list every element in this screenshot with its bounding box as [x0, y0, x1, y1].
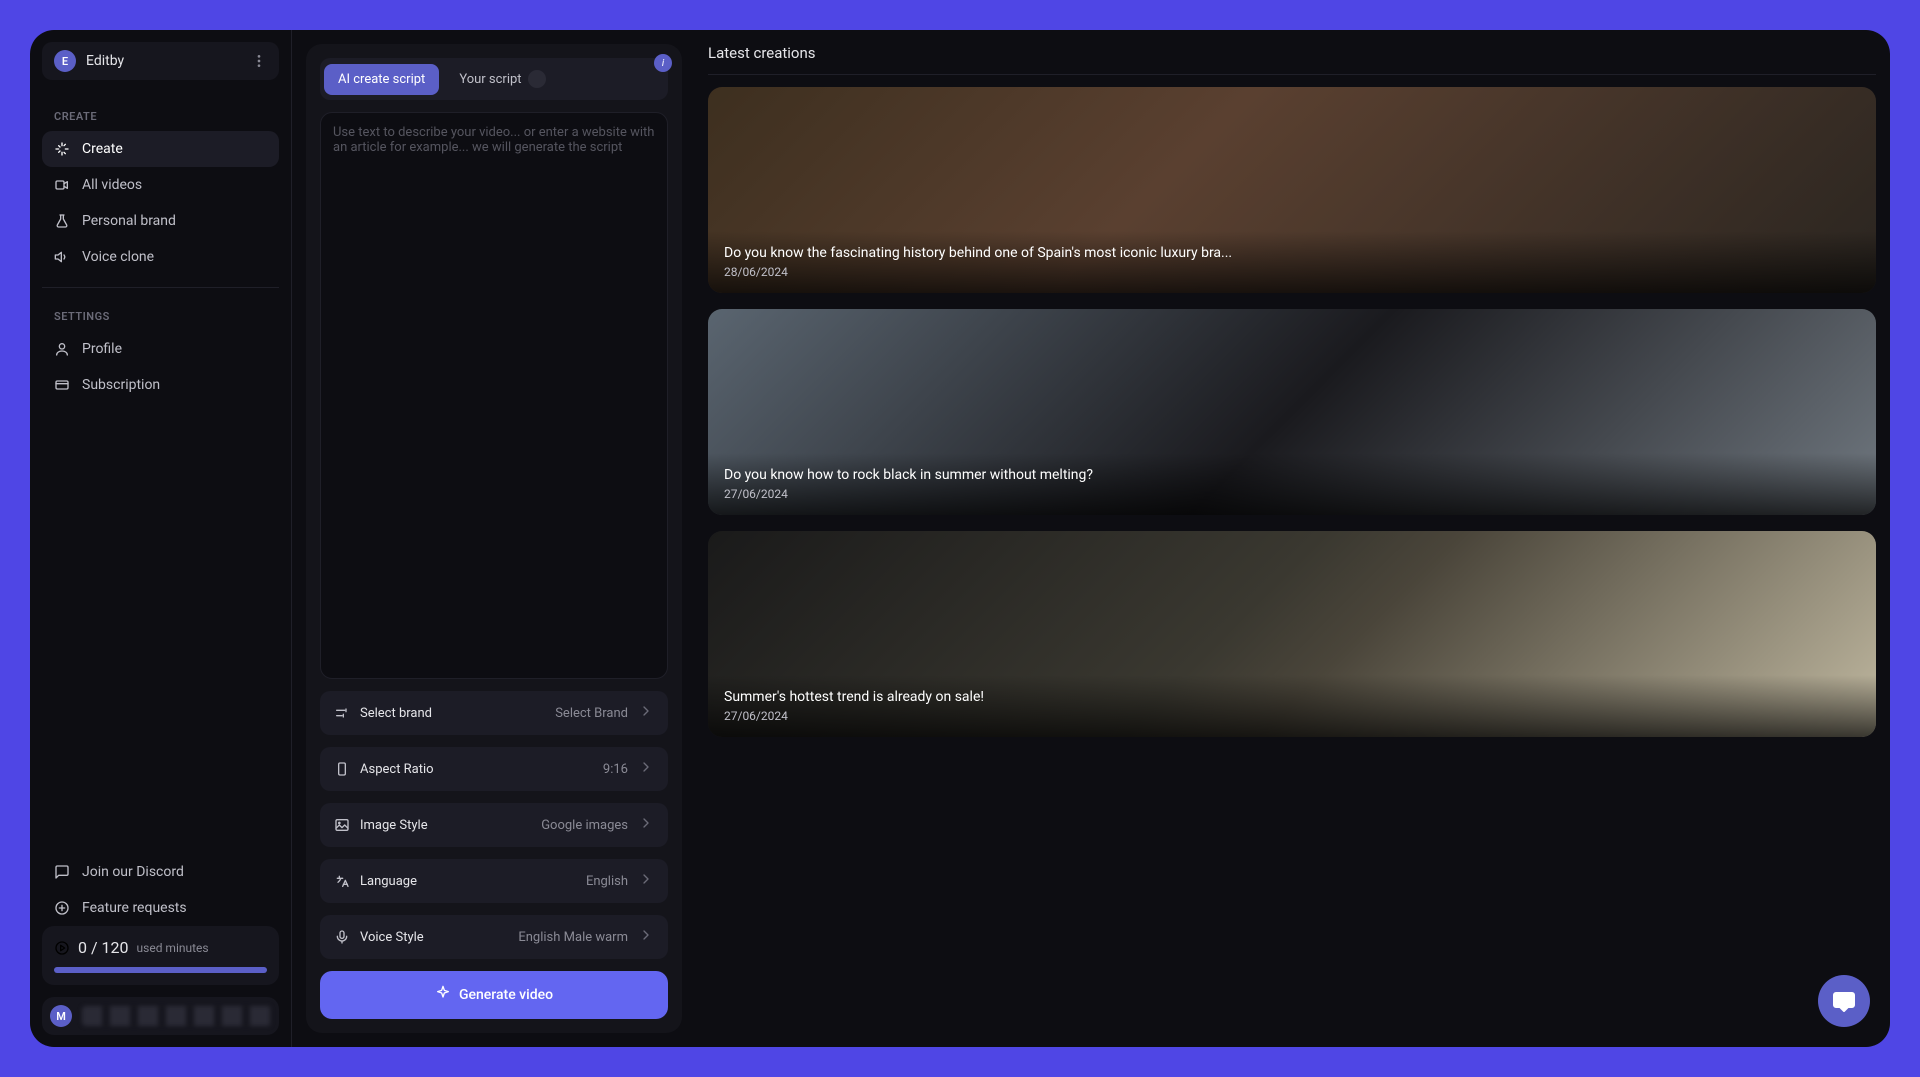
tab-label: Your script — [459, 72, 521, 87]
option-value: English — [586, 874, 628, 889]
chat-icon — [54, 864, 70, 880]
nav-label: Profile — [82, 341, 122, 357]
divider — [42, 287, 279, 288]
option-value: Google images — [541, 818, 628, 833]
latest-creations-header: Latest creations — [708, 44, 1876, 75]
section-create-label: CREATE — [42, 100, 279, 131]
user-avatar: M — [50, 1005, 72, 1027]
card-icon — [54, 377, 70, 393]
nav-personal-brand[interactable]: Personal brand — [42, 203, 279, 239]
video-icon — [54, 177, 70, 193]
script-tabs: AI create script Your script i — [320, 58, 668, 100]
image-icon — [334, 817, 350, 833]
creation-title: Summer's hottest trend is already on sal… — [724, 689, 1860, 705]
option-label: Aspect Ratio — [360, 762, 593, 777]
option-label: Select brand — [360, 706, 545, 721]
nav-label: All videos — [82, 177, 142, 193]
chevron-right-icon — [638, 815, 654, 835]
tab-your-script[interactable]: Your script — [445, 62, 559, 96]
nav-discord[interactable]: Join our Discord — [42, 854, 279, 890]
nav-label: Subscription — [82, 377, 160, 393]
workspace-name: Editby — [86, 53, 241, 69]
nav-label: Voice clone — [82, 249, 154, 265]
creations-list: Do you know the fascinating history behi… — [708, 87, 1876, 1033]
flask-icon — [54, 213, 70, 229]
creation-card[interactable]: Do you know how to rock black in summer … — [708, 309, 1876, 515]
option-label: Image Style — [360, 818, 531, 833]
creation-date: 27/06/2024 — [724, 487, 1860, 501]
nav-label: Join our Discord — [82, 864, 184, 880]
option-value: 9:16 — [603, 762, 628, 777]
generate-video-button[interactable]: Generate video — [320, 971, 668, 1019]
nav-label: Create — [82, 141, 123, 157]
tab-ai-script[interactable]: AI create script — [324, 64, 439, 95]
phone-icon — [334, 761, 350, 777]
nav-profile[interactable]: Profile — [42, 331, 279, 367]
button-label: Generate video — [459, 987, 553, 1003]
creation-date: 27/06/2024 — [724, 709, 1860, 723]
usage-count: 0 / 120 — [78, 938, 129, 957]
option-brand[interactable]: Select brand Select Brand — [320, 691, 668, 735]
creation-date: 28/06/2024 — [724, 265, 1860, 279]
option-aspect-ratio[interactable]: Aspect Ratio 9:16 — [320, 747, 668, 791]
sparkle-icon — [54, 141, 70, 157]
app-window: E Editby CREATE Create All videos Person… — [30, 30, 1890, 1047]
play-circle-icon — [54, 940, 70, 956]
script-textarea[interactable] — [320, 112, 668, 679]
more-icon[interactable] — [251, 53, 267, 69]
chat-fab[interactable] — [1818, 975, 1870, 1027]
nav-label: Feature requests — [82, 900, 187, 916]
option-value: English Male warm — [518, 930, 628, 945]
tab-badge — [528, 70, 546, 88]
option-label: Language — [360, 874, 576, 889]
usage-progress — [54, 967, 267, 973]
option-language[interactable]: Language English — [320, 859, 668, 903]
workspace-avatar: E — [54, 50, 76, 72]
sliders-icon — [334, 705, 350, 721]
creation-card[interactable]: Do you know the fascinating history behi… — [708, 87, 1876, 293]
user-menu[interactable]: M — [42, 997, 279, 1035]
section-settings-label: SETTINGS — [42, 300, 279, 331]
nav-label: Personal brand — [82, 213, 176, 229]
workspace-switcher[interactable]: E Editby — [42, 42, 279, 80]
creation-title: Do you know how to rock black in summer … — [724, 467, 1860, 483]
option-label: Voice Style — [360, 930, 508, 945]
nav-subscription[interactable]: Subscription — [42, 367, 279, 403]
sparkle-icon — [435, 985, 451, 1005]
creation-title: Do you know the fascinating history behi… — [724, 245, 1860, 261]
usage-meter: 0 / 120 used minutes — [42, 926, 279, 985]
plus-circle-icon — [54, 900, 70, 916]
option-voice-style[interactable]: Voice Style English Male warm — [320, 915, 668, 959]
creation-card[interactable]: Summer's hottest trend is already on sal… — [708, 531, 1876, 737]
info-icon[interactable]: i — [654, 54, 672, 72]
speaker-icon — [54, 249, 70, 265]
chevron-right-icon — [638, 871, 654, 891]
nav-feature-requests[interactable]: Feature requests — [42, 890, 279, 926]
nav-voice-clone[interactable]: Voice clone — [42, 239, 279, 275]
user-name-blurred — [82, 1006, 271, 1026]
usage-label: used minutes — [137, 941, 209, 955]
mic-icon — [334, 929, 350, 945]
latest-creations-panel: Latest creations Do you know the fascina… — [708, 44, 1876, 1033]
translate-icon — [334, 873, 350, 889]
chevron-right-icon — [638, 927, 654, 947]
option-image-style[interactable]: Image Style Google images — [320, 803, 668, 847]
nav-create[interactable]: Create — [42, 131, 279, 167]
user-icon — [54, 341, 70, 357]
option-value: Select Brand — [555, 706, 628, 721]
sidebar: E Editby CREATE Create All videos Person… — [30, 30, 292, 1047]
main-content: AI create script Your script i Select br… — [292, 30, 1890, 1047]
chevron-right-icon — [638, 703, 654, 723]
chevron-right-icon — [638, 759, 654, 779]
nav-all-videos[interactable]: All videos — [42, 167, 279, 203]
create-panel: AI create script Your script i Select br… — [306, 44, 682, 1033]
